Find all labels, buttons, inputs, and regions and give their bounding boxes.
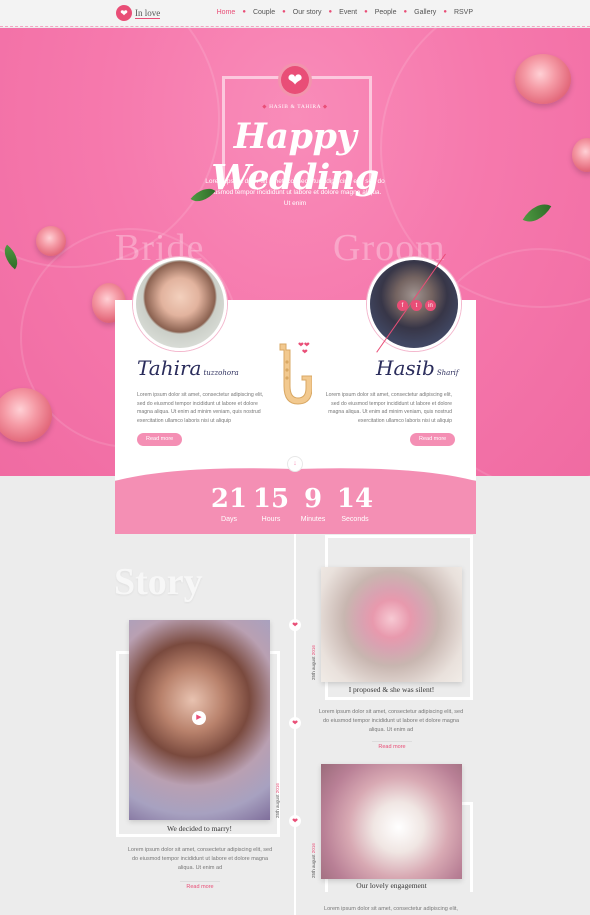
countdown-days-value: 21: [210, 484, 248, 514]
story-read-more-link[interactable]: Read more: [372, 741, 412, 750]
menu-item-people[interactable]: People: [375, 9, 397, 16]
heart-icon: ❤: [289, 815, 301, 827]
groom-bio: Lorem ipsum dolor sit amet, consectetur …: [325, 392, 452, 424]
bride-first-name: Tahira: [137, 356, 202, 380]
date-day: 25th: [275, 809, 280, 818]
menu-separator: ●: [403, 9, 408, 15]
date-month: august: [275, 794, 280, 808]
countdown-minutes-label: Minutes: [300, 516, 326, 523]
countdown-minutes-value: 9: [303, 484, 323, 514]
play-icon[interactable]: ▶: [192, 711, 206, 725]
rose-decoration: [0, 388, 52, 442]
bride-read-more-button[interactable]: Read more: [137, 433, 183, 446]
bouquet-photo[interactable]: [321, 567, 462, 682]
story-caption: Our lovely engagement: [356, 881, 427, 890]
date-day: 25th: [311, 869, 316, 878]
story-date: 25th august 2016: [311, 645, 316, 680]
top-navigation: ❤ In love Home ● Couple ● Our story ● Ev…: [0, 0, 590, 27]
scroll-down-button[interactable]: ↓: [287, 456, 303, 472]
story-text: Lorem ipsum dolor sit amet, consectetur …: [127, 847, 273, 871]
menu-separator: ●: [328, 9, 333, 15]
story-caption: We decided to marry!: [167, 824, 232, 833]
instagram-icon[interactable]: in: [425, 300, 436, 311]
menu-item-our-story[interactable]: Our story: [293, 9, 322, 16]
couple-names-badge: ◆ HASIB & TAHIRA ◆: [262, 104, 328, 110]
heart-icon: ❤: [278, 63, 312, 97]
date-year: 2016: [275, 783, 280, 794]
menu-item-home[interactable]: Home: [217, 9, 236, 16]
bride-last-name: tuzzohora: [203, 369, 239, 377]
countdown-days-label: Days: [221, 516, 237, 523]
countdown-seconds: 14 Seconds: [335, 484, 375, 523]
menu-item-couple[interactable]: Couple: [253, 9, 275, 16]
countdown-seconds-value: 14: [336, 484, 374, 514]
date-year: 2016: [311, 645, 316, 656]
countdown-hours-label: Hours: [261, 516, 281, 523]
hearts-decoration: ❤❤ ❤: [298, 342, 310, 356]
countdown-seconds-label: Seconds: [341, 516, 369, 523]
rose-decoration: [36, 226, 66, 256]
menu-item-event[interactable]: Event: [339, 9, 357, 16]
story-date: 25th august 2016: [311, 843, 316, 878]
story-read-more-link[interactable]: Read more: [180, 881, 220, 890]
groom-name: Hasib Sharif: [376, 356, 458, 380]
logo[interactable]: ❤ In love: [116, 5, 161, 21]
main-menu: Home ● Couple ● Our story ● Event ● Peop…: [217, 9, 473, 16]
countdown-days: 21 Days: [209, 484, 249, 523]
groom-first-name: Hasib: [376, 356, 435, 380]
menu-item-rsvp[interactable]: RSVP: [454, 9, 473, 16]
menu-item-gallery[interactable]: Gallery: [414, 9, 436, 16]
bride-bio: Lorem ipsum dolor sit amet, consectetur …: [137, 392, 264, 424]
story-heading: Story: [114, 561, 203, 603]
engagement-photo[interactable]: [321, 764, 462, 879]
groom-read-more-button[interactable]: Read more: [410, 433, 456, 446]
story-text: Lorem ipsum dolor sit amet, consectetur …: [318, 709, 464, 733]
hero-description: Lorem ipsum dolor sit amet, consectetur …: [205, 178, 385, 207]
groom-photo[interactable]: f t in: [367, 257, 461, 351]
couple-names: HASIB & TAHIRA: [269, 104, 321, 110]
heart-icon: ❤: [116, 5, 132, 21]
date-year: 2016: [311, 843, 316, 854]
menu-separator: ●: [443, 9, 447, 15]
logo-text: In love: [135, 7, 161, 19]
bride-photo[interactable]: [133, 257, 227, 351]
groom-last-name: Sharif: [436, 369, 459, 377]
story-caption: I proposed & she was silent!: [348, 685, 435, 694]
menu-separator: ●: [282, 9, 286, 15]
bride-name: Tahira tuzzohora: [137, 356, 239, 380]
countdown-hours-value: 15: [252, 484, 290, 514]
heart-icon: ❤: [289, 717, 301, 729]
heart-icon: ❤: [289, 619, 301, 631]
menu-separator: ●: [364, 9, 368, 15]
groom-socials: f t in: [397, 300, 436, 311]
countdown-minutes: 9 Minutes: [293, 484, 333, 523]
date-month: august: [311, 656, 316, 670]
date-day: 25th: [311, 671, 316, 680]
countdown-hours: 15 Hours: [251, 484, 291, 523]
date-month: august: [311, 854, 316, 868]
menu-separator: ●: [242, 9, 246, 15]
story-text: Lorem ipsum dolor sit amet, consectetur …: [324, 906, 458, 912]
story-date: 25th august 2016: [275, 783, 280, 818]
rose-decoration: [515, 54, 571, 104]
